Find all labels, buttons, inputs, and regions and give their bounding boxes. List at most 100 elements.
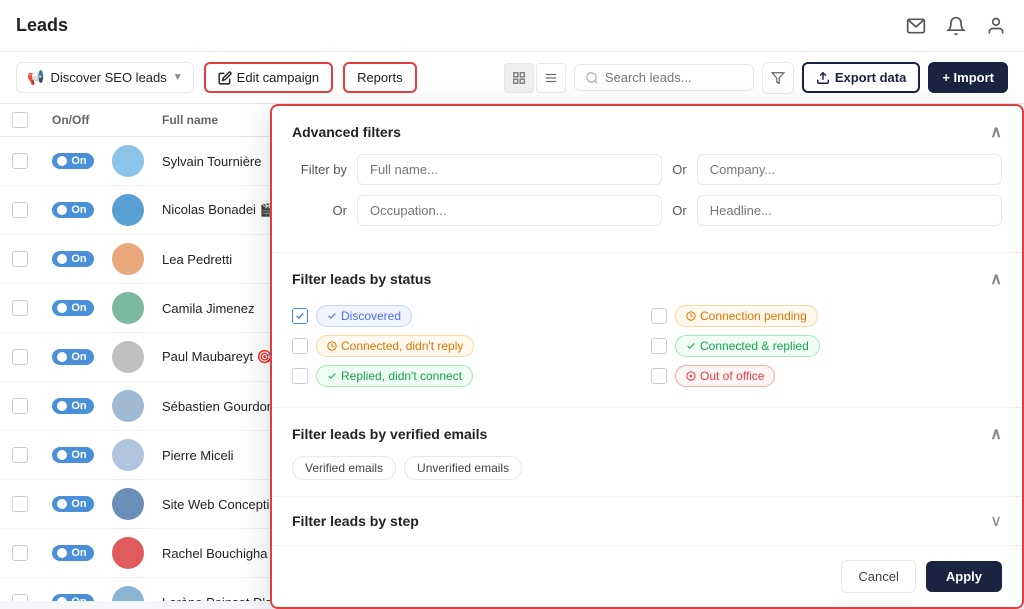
status-filter-section: Filter leads by status ∧ Discovered (272, 253, 1022, 408)
view-toggle (504, 63, 566, 93)
status-grid: Discovered Connection pending Connected,… (292, 301, 1002, 391)
toggle-switch[interactable]: On (52, 594, 94, 601)
row-checkbox[interactable] (12, 202, 28, 218)
status-item-connected-replied: Connected & replied (651, 335, 1002, 357)
edit-icon (218, 71, 232, 85)
row-checkbox[interactable] (12, 545, 28, 561)
import-button[interactable]: + Import (928, 62, 1008, 93)
connected-replied-badge: Connected & replied (675, 335, 820, 357)
mail-icon[interactable] (904, 14, 928, 38)
megaphone-icon: 📢 (27, 69, 44, 86)
headline-filter-input[interactable] (697, 195, 1002, 226)
status-filter-chevron[interactable]: ∧ (990, 269, 1002, 289)
reports-button[interactable]: Reports (343, 62, 417, 93)
apply-button[interactable]: Apply (926, 561, 1002, 592)
avatar (112, 194, 144, 226)
campaign-selector[interactable]: 📢 Discover SEO leads ▼ (16, 62, 194, 93)
bell-icon[interactable] (944, 14, 968, 38)
toggle-switch[interactable]: On (52, 496, 94, 512)
replied-no-connect-checkbox[interactable] (292, 368, 308, 384)
status-filter-title: Filter leads by status (292, 271, 431, 287)
email-filter-section: Filter leads by verified emails ∧ Verifi… (272, 408, 1022, 497)
clock-icon (686, 311, 696, 321)
onoff-header: On/Off (52, 113, 112, 127)
verified-emails-tag[interactable]: Verified emails (292, 456, 396, 480)
search-box[interactable] (574, 64, 754, 91)
discovered-checkbox[interactable] (292, 308, 308, 324)
unverified-emails-tag[interactable]: Unverified emails (404, 456, 522, 480)
toggle-switch[interactable]: On (52, 153, 94, 169)
clock-icon-2 (327, 341, 337, 351)
grid-view-button[interactable] (504, 63, 534, 93)
out-of-office-checkbox[interactable] (651, 368, 667, 384)
step-filter-title: Filter leads by step (292, 513, 419, 529)
app-title: Leads (16, 15, 68, 36)
row-checkbox[interactable] (12, 153, 28, 169)
avatar (112, 341, 144, 373)
toggle-switch[interactable]: On (52, 349, 94, 365)
user-icon[interactable] (984, 14, 1008, 38)
row-checkbox[interactable] (12, 300, 28, 316)
export-data-button[interactable]: Export data (802, 62, 921, 93)
filter-row-name: Filter by Or (292, 154, 1002, 185)
step-filter-section[interactable]: Filter leads by step ∨ (272, 497, 1022, 545)
toggle-switch[interactable]: On (52, 251, 94, 267)
status-item-out-of-office: Out of office (651, 365, 1002, 387)
toggle-switch[interactable]: On (52, 545, 94, 561)
row-checkbox[interactable] (12, 251, 28, 267)
avatar (112, 145, 144, 177)
toggle-switch[interactable]: On (52, 398, 94, 414)
row-checkbox[interactable] (12, 594, 28, 601)
import-label: + Import (942, 70, 994, 85)
connected-no-reply-checkbox[interactable] (292, 338, 308, 354)
advanced-filters-title: Advanced filters (292, 124, 401, 140)
advanced-filters-section: Advanced filters ∧ Filter by Or Or Or (272, 106, 1022, 253)
check-icon-3 (327, 371, 337, 381)
advanced-filters-chevron[interactable]: ∧ (990, 122, 1002, 142)
row-checkbox[interactable] (12, 349, 28, 365)
email-filter-row: Verified emails Unverified emails (292, 456, 1002, 480)
x-circle-icon (686, 371, 696, 381)
status-filter-header: Filter leads by status ∧ (292, 269, 1002, 289)
chevron-down-icon: ▼ (173, 72, 183, 83)
row-checkbox[interactable] (12, 398, 28, 414)
company-filter-input[interactable] (697, 154, 1002, 185)
avatar (112, 292, 144, 324)
filter-row-occupation: Or Or (292, 195, 1002, 226)
toggle-switch[interactable]: On (52, 300, 94, 316)
search-icon (585, 71, 599, 85)
checkbox-header (12, 112, 52, 128)
edit-campaign-button[interactable]: Edit campaign (204, 62, 333, 93)
fullname-filter-input[interactable] (357, 154, 662, 185)
avatar (112, 439, 144, 471)
cancel-button[interactable]: Cancel (841, 560, 915, 593)
connected-no-reply-badge: Connected, didn't reply (316, 335, 474, 357)
connected-replied-checkbox[interactable] (651, 338, 667, 354)
app-header: Leads (0, 0, 1024, 52)
occupation-filter-input[interactable] (357, 195, 662, 226)
connection-pending-checkbox[interactable] (651, 308, 667, 324)
search-input[interactable] (605, 70, 735, 85)
reports-label: Reports (357, 70, 403, 85)
avatar (112, 488, 144, 520)
list-view-button[interactable] (536, 63, 566, 93)
upload-icon (816, 71, 830, 85)
or-label-1: Or (672, 162, 686, 177)
avatar (112, 243, 144, 275)
panel-footer: Cancel Apply (272, 545, 1022, 607)
filter-button[interactable] (762, 62, 794, 94)
check-icon (327, 311, 337, 321)
row-checkbox[interactable] (12, 447, 28, 463)
avatar (112, 390, 144, 422)
toggle-switch[interactable]: On (52, 447, 94, 463)
row-checkbox[interactable] (12, 496, 28, 512)
status-item-replied-no-connect: Replied, didn't connect (292, 365, 643, 387)
email-filter-chevron[interactable]: ∧ (990, 424, 1002, 444)
toggle-switch[interactable]: On (52, 202, 94, 218)
check-icon-2 (686, 341, 696, 351)
step-filter-chevron: ∨ (990, 511, 1002, 531)
replied-no-connect-badge: Replied, didn't connect (316, 365, 473, 387)
out-of-office-badge: Out of office (675, 365, 775, 387)
discovered-badge: Discovered (316, 305, 412, 327)
avatar (112, 586, 144, 601)
